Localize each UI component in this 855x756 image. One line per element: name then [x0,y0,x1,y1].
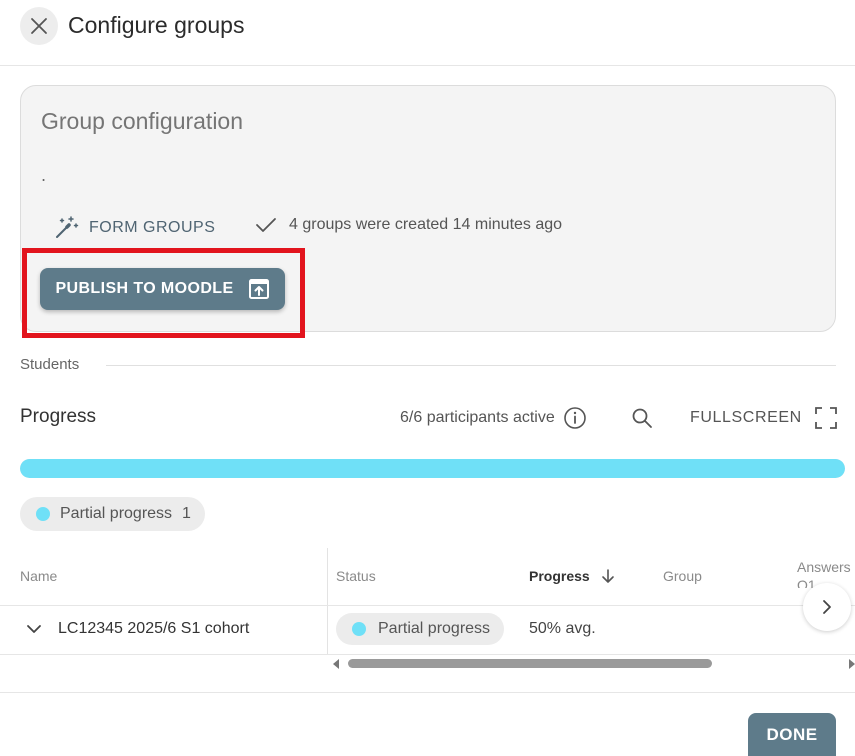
chevron-down-icon [27,625,41,633]
fullscreen-button[interactable]: FULLSCREEN [690,404,838,432]
info-icon[interactable] [563,406,587,430]
card-description: . [41,166,47,185]
table-row[interactable]: LC12345 2025/6 S1 cohort Partial progres… [0,606,855,654]
cohort-name: LC12345 2025/6 S1 cohort [58,620,250,637]
checkmark-icon [256,218,276,232]
groups-created-text: 4 groups were created 14 minutes ago [289,216,563,233]
form-groups-button[interactable]: FORM GROUPS [53,213,215,243]
sort-descending-icon [601,569,614,583]
legend-label: Partial progress [60,505,173,522]
progress-bar [20,459,845,478]
form-groups-label: FORM GROUPS [89,219,216,236]
participants-text: 6/6 participants active [400,409,555,426]
publish-label: PUBLISH TO MOODLE [55,280,234,297]
partial-progress-filter-chip[interactable]: Partial progress 1 [20,497,205,531]
row-divider [0,654,855,655]
column-divider [327,606,328,654]
students-section-label: Students [20,356,80,373]
groups-created-status: 4 groups were created 14 minutes ago [255,216,562,234]
status-badge: Partial progress [336,613,505,645]
students-divider [106,365,836,366]
scroll-right-arrow-icon[interactable] [849,659,855,669]
scrollbar-thumb[interactable] [348,659,712,668]
search-button[interactable] [628,404,656,432]
done-button[interactable]: DONE [748,713,836,756]
progress-column-label: Progress [529,568,590,584]
footer-divider [0,692,855,693]
publish-upload-icon [248,279,269,299]
status-dot [352,622,366,636]
progress-average: 50% avg. [529,620,596,637]
scroll-left-arrow-icon[interactable] [333,659,339,669]
scroll-right-button[interactable] [803,583,851,631]
column-header-progress[interactable]: Progress [529,568,616,584]
magic-wand-icon [56,216,79,238]
participants-active: 6/6 participants active [400,404,587,432]
expand-row-button[interactable] [24,619,44,639]
dialog-header: Configure groups [0,0,855,66]
status-dot [36,507,50,521]
progress-title: Progress [20,406,97,427]
progress-bar-fill [20,459,845,478]
status-label: Partial progress [378,620,491,637]
dialog-title: Configure groups [68,12,245,38]
students-table: Name Status Progress Group Answers Q1 LC… [0,548,855,656]
fullscreen-icon [814,407,837,429]
search-icon [632,408,652,428]
column-header-name[interactable]: Name [20,568,57,584]
legend-count: 1 [182,505,191,522]
column-header-status[interactable]: Status [336,568,376,584]
close-button[interactable] [20,7,58,45]
fullscreen-label: FULLSCREEN [690,409,802,426]
column-divider [327,548,328,606]
card-title: Group configuration [41,108,244,134]
close-icon [31,18,47,34]
publish-to-moodle-button[interactable]: PUBLISH TO MOODLE [40,268,285,310]
horizontal-scrollbar[interactable] [330,657,855,671]
chevron-right-icon [823,600,831,614]
column-header-group[interactable]: Group [663,568,702,584]
